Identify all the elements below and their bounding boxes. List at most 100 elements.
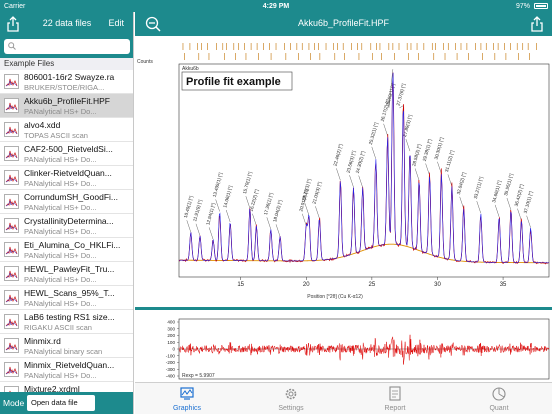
file-list-item[interactable]: Minmix_RietveldQuan... PANalytical HS+ Do… xyxy=(0,358,133,382)
sidebar-footer: Mode Open data file xyxy=(0,392,133,414)
file-name: 806001-16r2 Swayze.ra xyxy=(24,72,115,82)
file-name: Clinker-RietveldQuan... xyxy=(24,168,112,178)
file-list-item[interactable]: CrystallinityDetermina... PANalytical HS+… xyxy=(0,214,133,238)
file-thumbnail-icon xyxy=(4,314,19,329)
file-thumbnail-icon xyxy=(4,218,19,233)
residual-tick-label: -400 xyxy=(166,374,176,379)
battery-icon xyxy=(534,3,548,9)
file-name: HEWL_Scans_95%_T... xyxy=(24,288,115,298)
pie-icon xyxy=(492,387,506,401)
file-type: PANalytical HS+ Do... xyxy=(24,107,97,116)
file-name: LaB6 testing RS1 size... xyxy=(24,312,115,322)
file-sidebar: 22 data files Edit Example Files 806001-… xyxy=(0,12,134,414)
residual-tick-label: 100 xyxy=(167,340,175,345)
profile-fit-chart[interactable]: Counts Akku6b Profile fit example 10.40(… xyxy=(135,36,552,382)
main-plot-frame xyxy=(178,63,550,278)
tab-report[interactable]: Report xyxy=(365,385,425,413)
file-name: HEWL_PawleyFit_Tru... xyxy=(24,264,115,274)
file-name: CorrundumSH_GoodFi... xyxy=(24,192,119,202)
file-thumbnail-icon xyxy=(4,242,19,257)
plot-area[interactable]: Counts Akku6b Profile fit example 10.40(… xyxy=(135,36,552,382)
file-thumbnail-icon xyxy=(4,338,19,353)
panel-divider xyxy=(135,307,552,310)
residual-label: Rexp = 5.9907 xyxy=(182,373,215,379)
file-list-item[interactable]: HEWL_Scans_95%_T... PANalytical HS+ Do... xyxy=(0,286,133,310)
residual-tick-label: -300 xyxy=(166,367,176,372)
file-type: PANalytical HS+ Do... xyxy=(24,275,97,284)
mode-label: Mode xyxy=(3,398,25,408)
file-thumbnail-icon xyxy=(4,170,19,185)
file-list-item[interactable]: alvo4.xdd TOPAS ASCII scan xyxy=(0,118,133,142)
section-header: Example Files xyxy=(0,58,133,70)
file-list-item[interactable]: Clinker-RietveldQuan... PANalytical HS+ D… xyxy=(0,166,133,190)
file-thumbnail-icon xyxy=(4,290,19,305)
file-type: TOPAS ASCII scan xyxy=(24,131,88,140)
residual-tick-label: -200 xyxy=(166,360,176,365)
file-name: CAF2-500_RietveldSi... xyxy=(24,144,113,154)
share-icon[interactable] xyxy=(530,16,544,32)
file-name: alvo4.xdd xyxy=(24,120,61,130)
file-type: PANalytical HS+ Do... xyxy=(24,227,97,236)
file-type: BRUKER/STOE/RIGA... xyxy=(24,83,105,92)
file-list-item[interactable]: HEWL_PawleyFit_Tru... PANalytical HS+ Do.… xyxy=(0,262,133,286)
tab-graphics[interactable]: Graphics xyxy=(157,385,217,413)
file-type: PANalytical HS+ Do... xyxy=(24,179,97,188)
file-list-item[interactable]: CAF2-500_RietveldSi... PANalytical HS+ Do… xyxy=(0,142,133,166)
file-type: PANalytical HS+ Do... xyxy=(24,203,97,212)
search-input[interactable] xyxy=(4,39,130,54)
battery-percent: 97% xyxy=(515,2,530,10)
file-type: PANalytical binary scan xyxy=(24,347,103,356)
tab-label: Settings xyxy=(278,405,304,412)
file-list-item[interactable]: CorrundumSH_GoodFi... PANalytical HS+ Do.… xyxy=(0,190,133,214)
tab-label: Graphics xyxy=(172,405,201,412)
file-list-item[interactable]: Akku6b_ProfileFit.HPF PANalytical HS+ Do.… xyxy=(0,94,133,118)
residual-tick-label: 300 xyxy=(167,326,175,331)
main-header: Akku6b_ProfileFit.HPF xyxy=(135,12,552,36)
file-list-item[interactable]: Minmix.rd PANalytical binary scan xyxy=(0,334,133,358)
file-list-item[interactable]: 806001-16r2 Swayze.ra BRUKER/STOE/RIGA... xyxy=(0,70,133,94)
x-tick-label: 25 xyxy=(369,282,376,288)
file-name: Minmix.rd xyxy=(24,336,61,346)
residual-tick-label: 400 xyxy=(167,320,175,325)
file-list-item[interactable]: Eti_Alumina_Co_HKLFi... PANalytical HS+ D… xyxy=(0,238,133,262)
file-type: RIGAKU ASCII scan xyxy=(24,323,92,332)
file-name: CrystallinityDetermina... xyxy=(24,216,114,226)
search-bar xyxy=(0,36,133,58)
open-data-file-button[interactable]: Open data file xyxy=(27,395,95,411)
tab-label: Report xyxy=(384,405,406,412)
tab-settings[interactable]: Settings xyxy=(261,385,321,413)
edit-button[interactable]: Edit xyxy=(108,18,124,28)
file-type: PANalytical HS+ Do... xyxy=(24,251,97,260)
file-list-item[interactable]: LaB6 testing RS1 size... RIGAKU ASCII sca… xyxy=(0,310,133,334)
report-icon xyxy=(389,386,401,401)
file-thumbnail-icon xyxy=(4,194,19,209)
tab-label: Quant xyxy=(489,405,509,412)
file-thumbnail-icon xyxy=(4,74,19,89)
file-name: Akku6b_ProfileFit.HPF xyxy=(24,96,110,106)
file-thumbnail-icon xyxy=(4,122,19,137)
x-tick-label: 35 xyxy=(500,282,507,288)
file-name: Eti_Alumina_Co_HKLFi... xyxy=(24,240,121,250)
residual-tick-label: 200 xyxy=(167,333,175,338)
tab-bar: Graphics Settings Report Quant xyxy=(135,382,552,414)
file-thumbnail-icon xyxy=(4,146,19,161)
gear-icon xyxy=(285,388,297,400)
main-panel: Akku6b_ProfileFit.HPF Counts Akku6b Prof… xyxy=(135,12,552,414)
x-tick-label: 30 xyxy=(434,282,441,288)
clock: 4:29 PM xyxy=(262,2,290,10)
search-icon xyxy=(8,42,16,50)
file-thumbnail-icon xyxy=(4,266,19,281)
x-axis-label: Position [°2θ] (Cu K-α12) xyxy=(307,294,363,300)
graphics-icon xyxy=(180,387,194,400)
sample-label: Akku6b xyxy=(182,66,199,72)
sidebar-header: 22 data files Edit xyxy=(0,12,133,36)
residual-tick-label: 0 xyxy=(172,347,175,352)
file-type: PANalytical HS+ Do... xyxy=(24,299,97,308)
document-title: Akku6b_ProfileFit.HPF xyxy=(297,18,390,28)
file-type: PANalytical HS+ Do... xyxy=(24,155,97,164)
file-thumbnail-icon xyxy=(4,362,19,377)
x-tick-label: 20 xyxy=(303,282,310,288)
tab-quant[interactable]: Quant xyxy=(469,385,529,413)
file-type: PANalytical HS+ Do... xyxy=(24,371,97,380)
app-root: Carrier 4:29 PM 97% 22 data files Edit E… xyxy=(0,0,552,414)
